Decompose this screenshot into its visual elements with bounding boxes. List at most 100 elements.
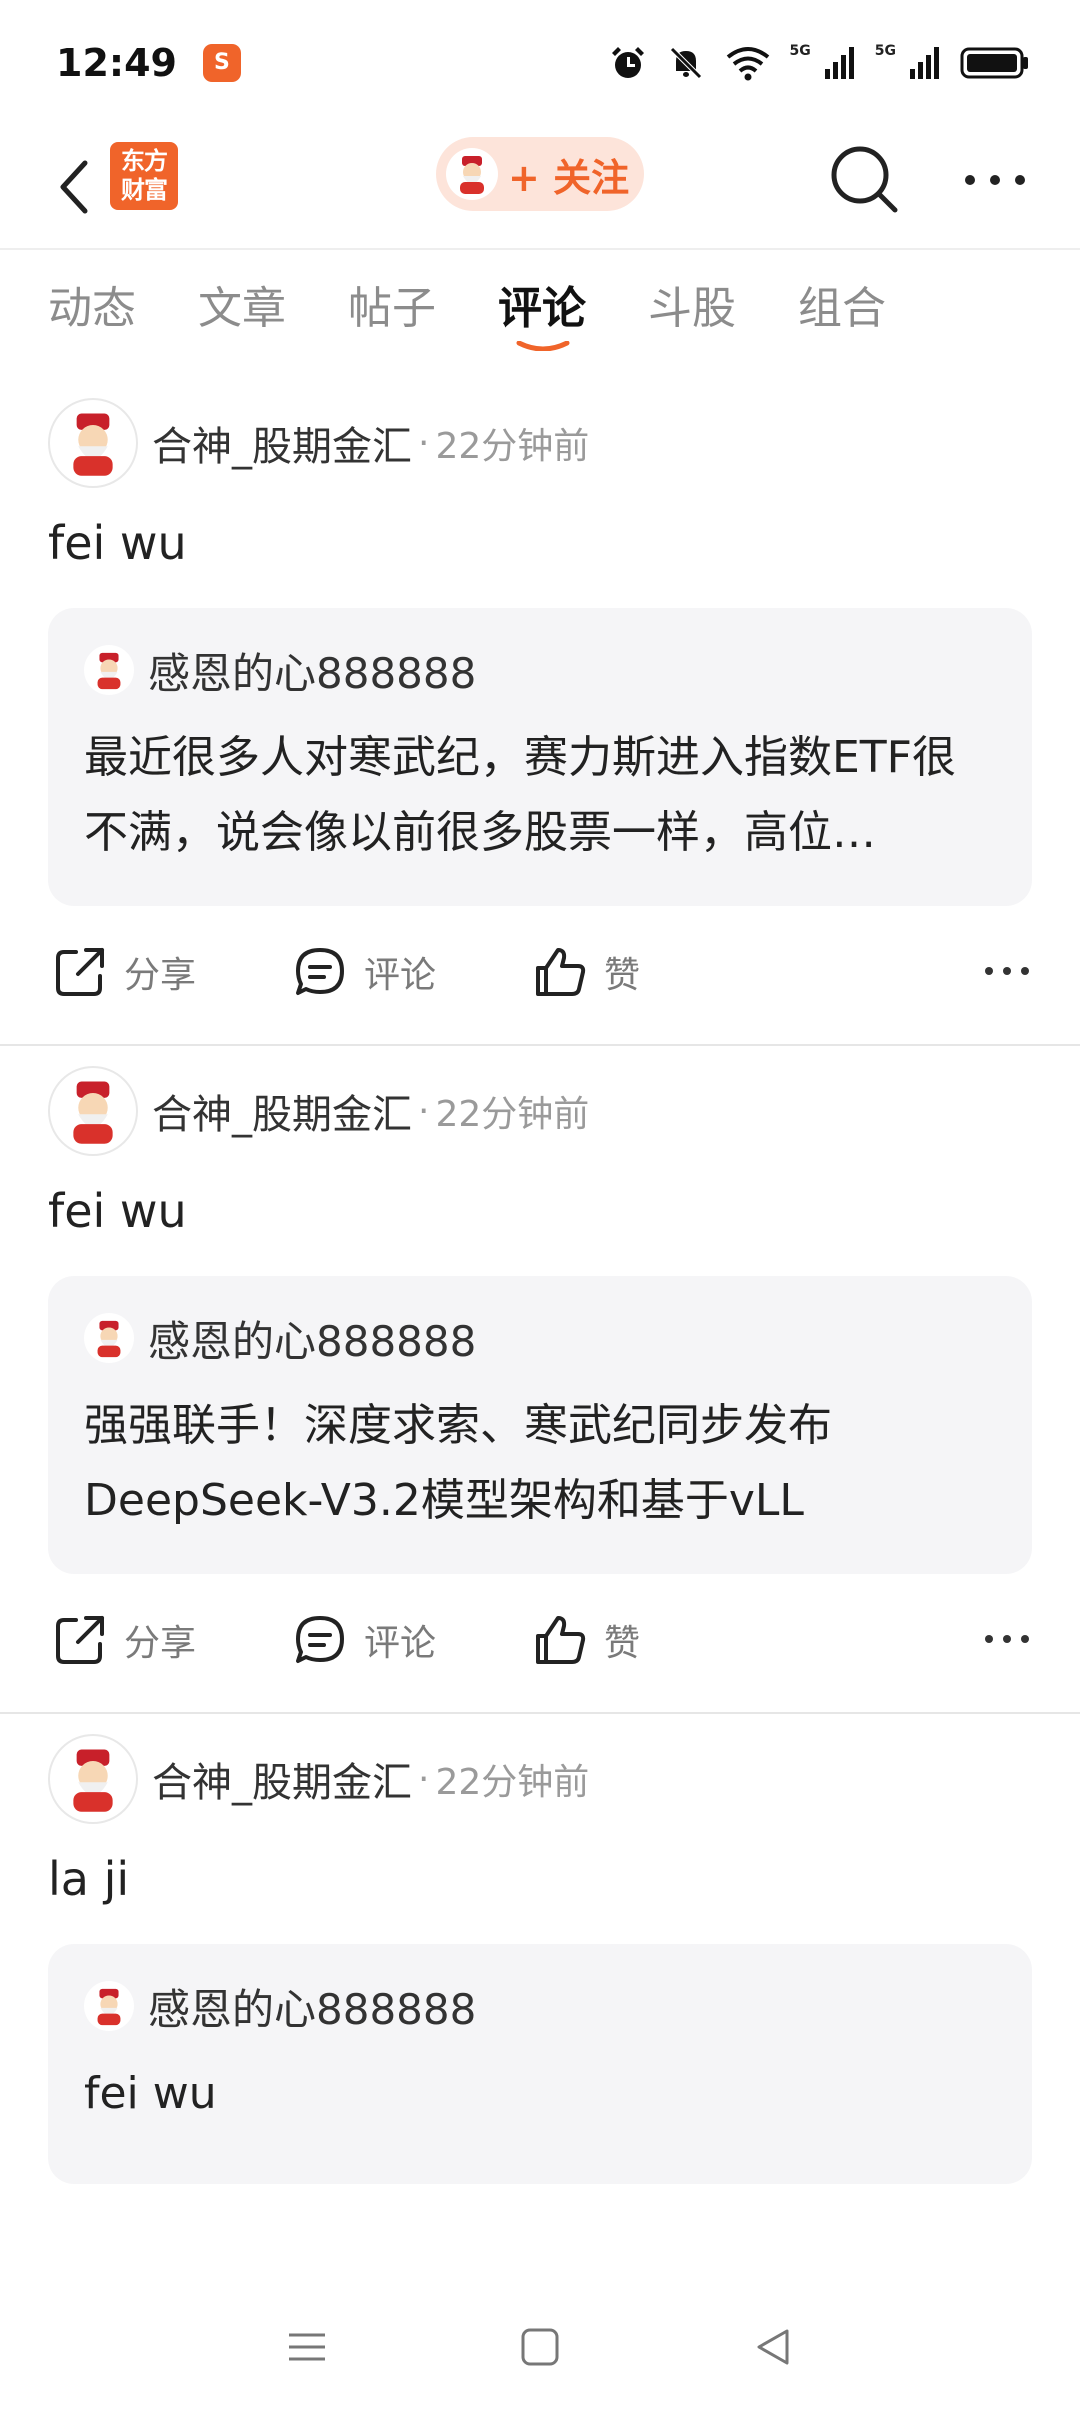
post-more-button[interactable] [982, 1624, 1032, 1654]
wifi-icon [726, 46, 769, 80]
network-type-1: 5G [789, 42, 811, 59]
more-dots-icon [985, 967, 1029, 975]
battery-icon [960, 47, 1028, 78]
thumbs-up-icon [536, 1616, 586, 1664]
tab-portfolio[interactable]: 组合 [798, 279, 886, 351]
quoted-post-header: 感恩的心888888 [84, 1310, 996, 1366]
avatar [84, 645, 134, 695]
share-icon [56, 1616, 104, 1664]
comment-label: 评论 [364, 955, 437, 996]
like-label: 赞 [604, 955, 641, 996]
quoted-post-header: 感恩的心888888 [84, 642, 996, 698]
thumbs-up-icon [536, 948, 586, 996]
avatar[interactable] [48, 1734, 138, 1824]
like-button[interactable]: 赞 [532, 1604, 640, 1676]
alarm-icon [611, 46, 644, 78]
separator-dot: · [418, 1090, 430, 1132]
post-time: 22分钟前 [435, 426, 590, 467]
tab-posts[interactable]: 帖子 [348, 279, 436, 351]
search-button[interactable] [825, 140, 903, 218]
comment-bubble-icon [296, 948, 344, 995]
follow-button[interactable]: + 关注 [436, 137, 644, 211]
comment-bubble-icon [296, 1616, 344, 1663]
tab-dynamics[interactable]: 动态 [48, 279, 136, 351]
post-header: 合神_股期金汇 · 22分钟前 [0, 378, 1080, 498]
share-icon [56, 948, 104, 996]
author-name[interactable]: 合神_股期金汇 [152, 414, 412, 472]
comment-card[interactable]: 合神_股期金汇 · 22分钟前 fei wu 感恩的心888888 强强联手！深… [0, 1046, 1080, 1714]
quoted-post[interactable]: 感恩的心888888 强强联手！深度求索、寒武纪同步发布DeepSeek-V3.… [48, 1276, 1032, 1574]
avatar [446, 148, 498, 200]
separator-dot: · [418, 1758, 430, 1800]
comment-text: la ji [48, 1852, 130, 1906]
god-of-wealth-avatar-icon [97, 1320, 121, 1358]
quoted-post[interactable]: 感恩的心888888 fei wu [48, 1944, 1032, 2184]
logo-line-1: 东方 [121, 147, 168, 175]
avatar [84, 1313, 134, 1363]
comment-text: fei wu [48, 516, 187, 570]
god-of-wealth-avatar-icon [97, 1988, 121, 2026]
post-time: 22分钟前 [435, 1094, 590, 1135]
more-dots-icon [965, 175, 1025, 185]
god-of-wealth-avatar-icon [73, 1749, 113, 1812]
comment-button[interactable]: 评论 [292, 936, 436, 1008]
post-more-button[interactable] [982, 956, 1032, 986]
god-of-wealth-avatar-icon [73, 1081, 113, 1144]
quoted-text: 强强联手！深度求索、寒武纪同步发布DeepSeek-V3.2模型架构和基于vLL [84, 1400, 832, 1526]
comment-feed: 合神_股期金汇 · 22分钟前 fei wu 感恩的心888888 最近很多人对… [0, 378, 1080, 2184]
tab-comments[interactable]: 评论 [498, 279, 586, 351]
comment-button[interactable]: 评论 [292, 1604, 436, 1676]
quoted-post[interactable]: 感恩的心888888 最近很多人对寒武纪，赛力斯进入指数ETF很不满，说会像以前… [48, 608, 1032, 906]
active-tab-indicator [516, 340, 570, 351]
like-label: 赞 [604, 1623, 641, 1664]
post-header: 合神_股期金汇 · 22分钟前 [0, 1046, 1080, 1166]
author-name[interactable]: 合神_股期金汇 [152, 1082, 412, 1140]
post-header: 合神_股期金汇 · 22分钟前 [0, 1714, 1080, 1834]
status-time: 12:49 [56, 40, 177, 85]
god-of-wealth-avatar-icon [460, 156, 484, 194]
back-button[interactable] [40, 147, 110, 227]
search-icon [831, 146, 898, 213]
more-dots-icon [985, 1635, 1029, 1643]
author-name[interactable]: 合神_股期金汇 [152, 1750, 412, 1808]
mute-bell-icon [669, 46, 702, 79]
avatar [84, 1981, 134, 2031]
network-type-2: 5G [874, 42, 896, 59]
comment-card[interactable]: 合神_股期金汇 · 22分钟前 la ji 感恩的心888888 fei wu [0, 1714, 1080, 2184]
comment-card[interactable]: 合神_股期金汇 · 22分钟前 fei wu 感恩的心888888 最近很多人对… [0, 378, 1080, 1046]
share-button[interactable]: 分享 [52, 1604, 196, 1676]
tab-stock-battle[interactable]: 斗股 [648, 279, 736, 351]
top-header: 东方 财富 + 关注 [0, 125, 1080, 250]
like-button[interactable]: 赞 [532, 936, 640, 1008]
profile-tabs: 动态 文章 帖子 评论 斗股 组合 [0, 252, 1080, 377]
status-icons: 5G 5G [608, 43, 1030, 83]
avatar[interactable] [48, 398, 138, 488]
comment-text: fei wu [48, 1184, 187, 1238]
quoted-author-name: 感恩的心888888 [148, 1984, 477, 2034]
quoted-post-header: 感恩的心888888 [84, 1978, 996, 2034]
quoted-text: fei wu [84, 2068, 217, 2119]
status-bar: 12:49 S 5G 5G [0, 0, 1080, 125]
signal-icon [824, 46, 854, 79]
logo-line-2: 财富 [121, 176, 168, 204]
eastmoney-logo: 东方 财富 [110, 142, 178, 210]
quoted-author-name: 感恩的心888888 [148, 648, 477, 698]
share-label: 分享 [124, 1623, 197, 1664]
quoted-author-name: 感恩的心888888 [148, 1316, 477, 1366]
god-of-wealth-avatar-icon [73, 413, 113, 476]
post-time: 22分钟前 [435, 1762, 590, 1803]
separator-dot: · [418, 422, 430, 464]
share-button[interactable]: 分享 [52, 936, 196, 1008]
avatar[interactable] [48, 1066, 138, 1156]
comment-label: 评论 [364, 1623, 437, 1664]
home-square-icon[interactable] [518, 2325, 562, 2369]
tab-comments-label: 评论 [498, 282, 586, 334]
back-triangle-icon[interactable] [751, 2325, 795, 2369]
action-bar: 分享 评论 赞 [0, 1574, 1080, 1712]
chevron-left-icon [60, 160, 88, 214]
tab-articles[interactable]: 文章 [198, 279, 286, 351]
god-of-wealth-avatar-icon [97, 652, 121, 690]
menu-icon[interactable] [285, 2327, 329, 2367]
more-options-button[interactable] [960, 155, 1030, 205]
follow-label: + 关注 [508, 155, 630, 200]
